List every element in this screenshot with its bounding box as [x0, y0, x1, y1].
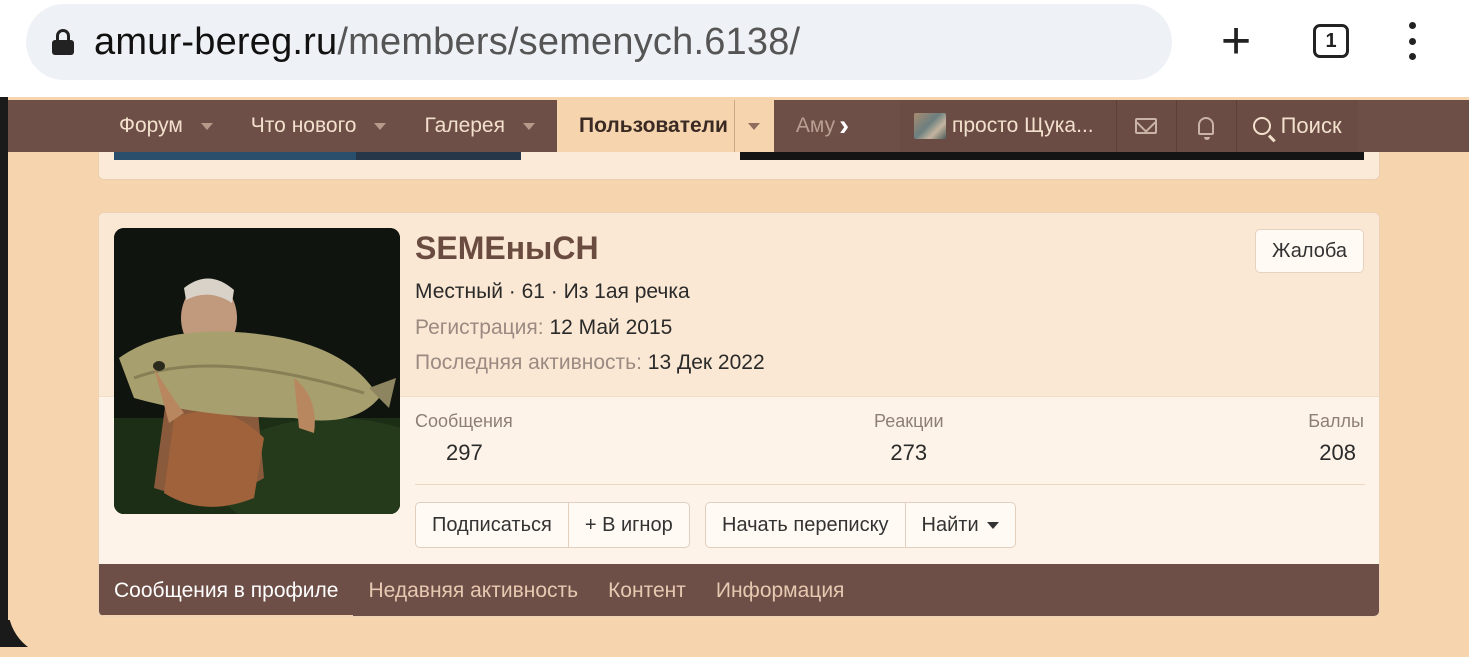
scroll-right-icon[interactable]: ›	[839, 109, 849, 143]
follow-button[interactable]: Подписаться	[416, 503, 568, 547]
nav-item-amur[interactable]: Аму ›	[774, 100, 861, 152]
tab-switcher-button[interactable]: 1	[1311, 18, 1351, 64]
last-activity-date[interactable]: 13 Дек 2022	[648, 351, 765, 374]
follow-ignore-group: Подписаться + В игнор	[415, 502, 690, 548]
profile-avatar[interactable]	[114, 228, 400, 514]
registration-date: 12 Май 2015	[549, 316, 673, 339]
user-title-line: Местный · 61 · Из 1ая речка	[415, 280, 690, 303]
bell-icon	[1198, 117, 1215, 140]
start-conversation-button[interactable]: Начать переписку	[706, 503, 905, 547]
chevron-down-icon[interactable]	[200, 122, 213, 130]
browser-toolbar: amur-bereg.ru/members/semenych.6138/ + 1	[0, 0, 1469, 97]
tab-information[interactable]: Информация	[701, 564, 860, 616]
find-dropdown-button[interactable]: Найти	[904, 503, 1015, 547]
stat-value: 297	[446, 440, 483, 465]
avatar-photo	[114, 228, 400, 514]
nav-item-gallery[interactable]: Галерея	[412, 100, 547, 152]
nav-label: Что нового	[250, 114, 357, 137]
nav-item-forum[interactable]: Форум	[107, 100, 225, 152]
screen-edge	[0, 97, 8, 647]
nav-label: Галерея	[424, 114, 505, 137]
last-activity-label: Последняя активность:	[415, 351, 642, 374]
stat-messages[interactable]: Сообщения 297	[415, 411, 513, 466]
conversation-find-group: Начать переписку Найти	[705, 502, 1016, 548]
stat-label: Сообщения	[415, 411, 513, 431]
tab-count: 1	[1313, 24, 1349, 58]
user-area: просто Щука... Поиск	[900, 100, 1358, 152]
user-name[interactable]: просто Щука...	[952, 114, 1116, 138]
chevron-down-icon[interactable]	[523, 122, 535, 130]
address-bar[interactable]: amur-bereg.ru/members/semenych.6138/	[26, 4, 1172, 80]
new-tab-plus-icon[interactable]: +	[1214, 15, 1258, 67]
last-activity-line: Последняя активность: 13 Дек 2022	[415, 351, 765, 375]
find-label: Найти	[921, 513, 979, 536]
tab-recent-activity[interactable]: Недавняя активность	[353, 564, 593, 616]
profile-card: SEMEныCH Местный · 61 · Из 1ая речка Рег…	[98, 212, 1380, 617]
alerts-button[interactable]	[1175, 100, 1236, 152]
tab-profile-posts[interactable]: Сообщения в профиле	[99, 564, 354, 616]
nav-label: Форум	[119, 114, 183, 137]
stat-value: 208	[1319, 440, 1356, 465]
banner-image	[114, 152, 356, 160]
stat-value: 273	[890, 440, 928, 465]
nav-label: Аму	[795, 114, 836, 137]
banner-image	[740, 152, 1364, 160]
lock-icon	[52, 29, 74, 55]
stat-label: Реакции	[874, 411, 944, 431]
url-text: amur-bereg.ru/members/semenych.6138/	[94, 21, 800, 64]
divider	[415, 484, 1365, 485]
caret-down-icon	[986, 521, 999, 529]
banner-image	[356, 152, 521, 160]
url-path: /members/semenych.6138/	[337, 20, 801, 63]
registration-line: Регистрация: 12 Май 2015	[415, 316, 672, 340]
tab-content[interactable]: Контент	[593, 564, 701, 616]
user-avatar[interactable]	[914, 113, 946, 139]
browser-menu-icon[interactable]	[1400, 22, 1424, 60]
ignore-button[interactable]: + В игнор	[567, 503, 689, 547]
nav-item-whats-new[interactable]: Что нового	[239, 100, 399, 152]
profile-name[interactable]: SEMEныCH	[415, 230, 599, 267]
profile-tabs: Сообщения в профиле Недавняя активность …	[99, 564, 1379, 616]
stat-label: Баллы	[1308, 411, 1364, 431]
search-label: Поиск	[1280, 113, 1342, 138]
chevron-down-icon[interactable]	[733, 100, 774, 152]
stat-reactions[interactable]: Реакции 273	[874, 411, 944, 466]
nav-item-members[interactable]: Пользователи	[557, 100, 774, 152]
search-button[interactable]: Поиск	[1235, 100, 1358, 152]
url-host: amur-bereg.ru	[94, 20, 338, 63]
stat-points[interactable]: Баллы 208	[1308, 411, 1364, 466]
registration-label: Регистрация:	[415, 316, 544, 339]
search-icon	[1252, 117, 1271, 135]
report-button[interactable]: Жалоба	[1255, 229, 1364, 273]
chevron-down-icon[interactable]	[374, 122, 387, 130]
inbox-button[interactable]	[1115, 100, 1176, 152]
envelope-icon	[1135, 118, 1158, 134]
nav-label: Пользователи	[579, 114, 728, 137]
